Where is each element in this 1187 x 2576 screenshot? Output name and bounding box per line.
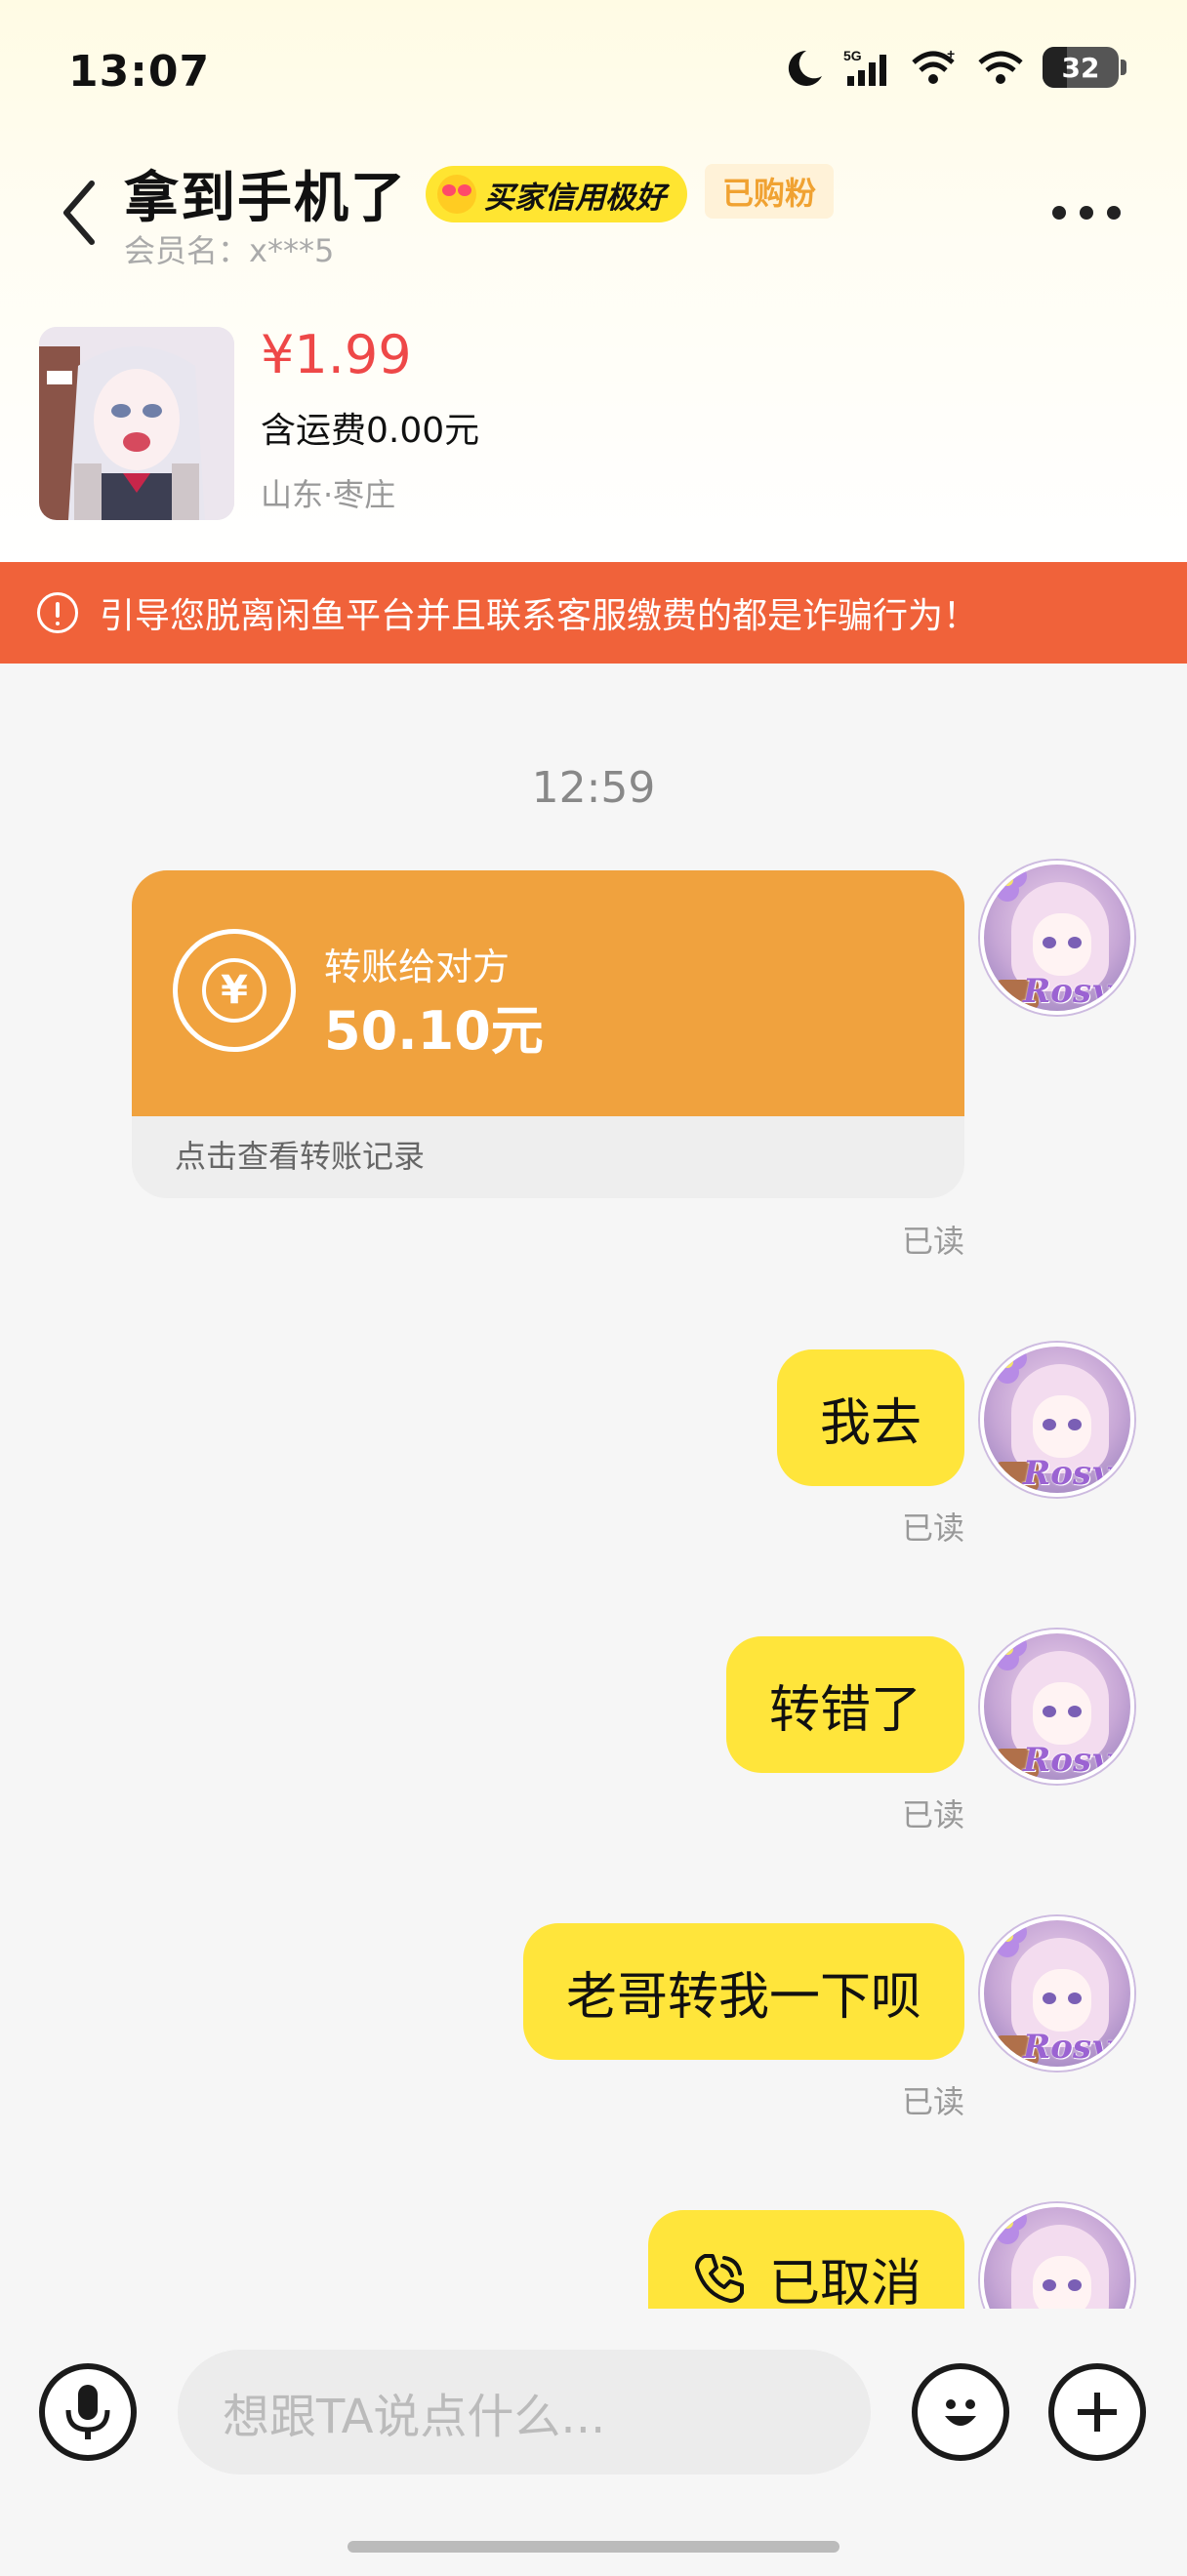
message-bubble[interactable]: 转错了	[725, 1636, 964, 1773]
svg-text:+: +	[947, 47, 955, 61]
read-status: 已读	[901, 1509, 964, 1547]
battery-icon: 32	[1043, 47, 1126, 88]
message-bubble[interactable]: 老哥转我一下呗	[522, 1923, 964, 2060]
plus-icon	[1078, 2393, 1117, 2432]
flower-icon	[988, 1920, 1027, 1957]
message-text: 我去	[819, 1393, 921, 1453]
avatar[interactable]: Rosy	[980, 1916, 1134, 2071]
more-dot-icon	[1107, 206, 1121, 220]
message-bubble[interactable]: 我去	[776, 1349, 964, 1486]
read-status: 已读	[901, 1223, 964, 1260]
microphone-icon	[65, 2385, 110, 2439]
avatar[interactable]: Rosy	[980, 861, 1134, 1015]
battery-level: 32	[1061, 51, 1100, 84]
status-time: 13:07	[68, 47, 211, 97]
transfer-amount: 50.10元	[324, 1000, 544, 1062]
product-price: ¥1.99	[261, 324, 412, 385]
input-bar: 想跟TA说点什么...	[0, 2309, 1187, 2576]
fraud-warning-banner: 引导您脱离闲鱼平台并且联系客服缴费的都是诈骗行为！	[0, 562, 1187, 664]
warning-text: 引导您脱离闲鱼平台并且联系客服缴费的都是诈骗行为！	[100, 596, 979, 636]
product-image[interactable]	[39, 327, 234, 520]
more-options-button[interactable]	[1052, 193, 1130, 232]
back-arrow-icon[interactable]	[57, 174, 105, 252]
status-bar: 13:07 5G + 32	[0, 0, 1187, 146]
avatar-label: Rosy	[1023, 1454, 1111, 1493]
status-icons: 5G + 32	[777, 47, 1126, 88]
warning-icon	[37, 592, 78, 633]
page-title: 拿到手机了	[124, 167, 407, 230]
member-name: 会员名：x***5	[124, 232, 335, 269]
call-status-text: 已取消	[768, 2254, 921, 2314]
transfer-record-link[interactable]: 点击查看转账记录	[175, 1132, 425, 1177]
wifi-plus-icon: +	[912, 47, 955, 84]
message-text: 转错了	[768, 1680, 921, 1740]
phone-call-icon	[694, 2254, 744, 2303]
transfer-card-top: ¥ 转账给对方 50.10元	[132, 870, 964, 1116]
heart-eyes-icon	[437, 175, 476, 214]
more-dot-icon	[1052, 206, 1066, 220]
fan-badge: 已购粉	[705, 164, 835, 219]
read-status: 已读	[901, 1796, 964, 1833]
transfer-card[interactable]: ¥ 转账给对方 50.10元 点击查看转账记录	[132, 870, 964, 1198]
read-status: 已读	[901, 2083, 964, 2120]
credit-badge: 买家信用极好	[426, 166, 687, 222]
shipping-fee: 含运费0.00元	[261, 411, 480, 451]
more-dot-icon	[1080, 206, 1093, 220]
avatar[interactable]: Rosy	[980, 1630, 1134, 1784]
more-actions-button[interactable]	[1048, 2363, 1146, 2461]
transfer-label: 转账给对方	[324, 946, 511, 988]
flower-icon	[988, 1633, 1027, 1670]
voice-button[interactable]	[39, 2363, 137, 2461]
signal-5g-icon: 5G	[843, 48, 886, 86]
message-input[interactable]: 想跟TA说点什么...	[178, 2350, 871, 2475]
transfer-yuan-icon: ¥	[173, 929, 296, 1052]
credit-badge-label: 买家信用极好	[484, 180, 666, 216]
flower-icon	[988, 1347, 1027, 1384]
avatar-label: Rosy	[1023, 972, 1111, 1011]
wifi-icon	[978, 51, 1023, 84]
avatar[interactable]: Rosy	[980, 1343, 1134, 1497]
product-location: 山东·枣庄	[261, 476, 396, 513]
moon-icon	[788, 50, 822, 86]
home-indicator[interactable]	[348, 2541, 839, 2553]
avatar-label: Rosy	[1023, 1741, 1111, 1780]
anime-girl-image	[39, 327, 234, 520]
flower-icon	[988, 865, 1027, 902]
avatar-label: Rosy	[1023, 2028, 1111, 2067]
chat-timestamp: 12:59	[531, 763, 656, 813]
emoji-button[interactable]	[912, 2363, 1009, 2461]
svg-text:5G: 5G	[843, 48, 862, 63]
message-text: 老哥转我一下呗	[565, 1967, 921, 2027]
smiley-icon	[945, 2399, 976, 2426]
flower-icon	[988, 2207, 1027, 2244]
